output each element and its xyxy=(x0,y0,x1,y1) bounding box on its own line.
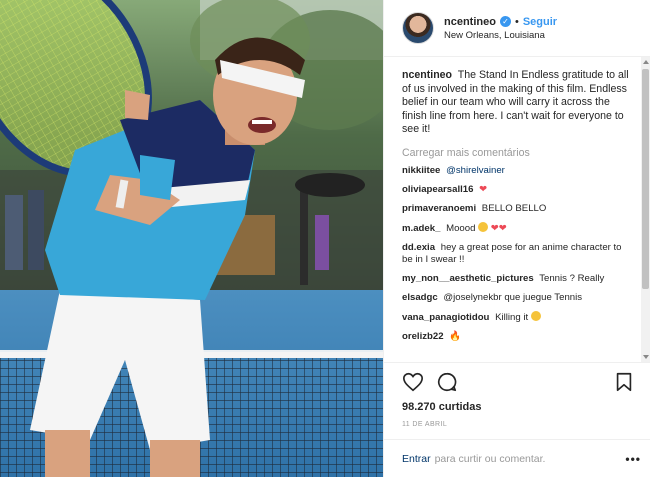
location-link[interactable]: New Orleans, Louisiana xyxy=(444,30,557,41)
comments-list[interactable]: ncentineo The Stand In Endless gratitude… xyxy=(384,57,642,362)
comment-text: BELLO BELLO xyxy=(481,202,547,214)
more-options-icon[interactable]: ••• xyxy=(625,452,641,466)
comment-username[interactable]: m.adek_ xyxy=(402,223,440,234)
scroll-up-arrow-icon[interactable] xyxy=(643,60,649,64)
follow-button[interactable]: Seguir xyxy=(523,16,557,28)
comment-item: primaveranoemi BELLO BELLO xyxy=(402,203,634,215)
tennis-player-photo xyxy=(0,0,383,477)
comment-item: m.adek_ Moood ❤❤ xyxy=(402,221,634,235)
login-link[interactable]: Entrar xyxy=(402,453,431,465)
comment-prompt: para curtir ou comentar. xyxy=(434,452,546,465)
comment-item: dd.exia hey a great pose for an anime ch… xyxy=(402,242,634,266)
comment-item: orelizb22 🔥 xyxy=(402,331,634,343)
comments-scrollbar[interactable] xyxy=(641,57,650,362)
avatar[interactable] xyxy=(402,12,434,44)
add-comment-bar: Entrar para curtir ou comentar. ••• xyxy=(384,439,650,477)
header-username[interactable]: ncentineo xyxy=(444,16,496,28)
comment-username[interactable]: primaveranoemi xyxy=(402,203,476,214)
comment-text[interactable]: @shirelvainer xyxy=(446,165,505,176)
comment-item: oliviapearsall16 ❤ xyxy=(402,184,634,196)
comment-username[interactable]: dd.exia xyxy=(402,242,435,253)
post-photo[interactable] xyxy=(0,0,383,477)
header-meta: ncentineo ✓ • Seguir New Orleans, Louisi… xyxy=(444,16,557,41)
verified-badge-icon: ✓ xyxy=(499,16,511,27)
laughing-emoji-icon xyxy=(478,221,489,232)
post-caption: ncentineo The Stand In Endless gratitude… xyxy=(402,69,634,137)
comment-username[interactable]: my_non__aesthetic_pictures xyxy=(402,273,534,284)
comment-username[interactable]: elsadgc xyxy=(402,292,438,303)
heart-emoji-icon: ❤❤ xyxy=(490,222,507,234)
scroll-down-arrow-icon[interactable] xyxy=(643,355,649,359)
scrollbar-thumb[interactable] xyxy=(642,69,649,289)
header-user-row: ncentineo ✓ • Seguir xyxy=(444,16,557,28)
post-header: ncentineo ✓ • Seguir New Orleans, Louisi… xyxy=(384,0,650,57)
header-separator: • xyxy=(514,15,519,28)
caption-username[interactable]: ncentineo xyxy=(402,69,452,81)
bookmark-save-icon[interactable] xyxy=(613,371,635,393)
comment-item: nikkiitee @shirelvainer xyxy=(402,165,634,177)
action-icons-row xyxy=(402,371,635,393)
comment-text: 🔥 xyxy=(449,330,462,342)
comment-item: elsadgc @joselynekbr que juegue Tennis xyxy=(402,292,634,304)
comment-text: @joselynekbr que juegue Tennis xyxy=(443,291,583,303)
post-date[interactable]: 11 de abril xyxy=(402,421,635,428)
comment-bubble-icon[interactable] xyxy=(436,371,458,393)
post-sidebar: ncentineo ✓ • Seguir New Orleans, Louisi… xyxy=(383,0,650,477)
comment-username[interactable]: nikkiitee xyxy=(402,165,440,176)
comment-username[interactable]: orelizb22 xyxy=(402,331,444,342)
comment-item: my_non__aesthetic_pictures Tennis ? Real… xyxy=(402,273,634,285)
comment-text: Killing it xyxy=(495,311,529,323)
comment-text: ❤ xyxy=(479,183,488,195)
comment-username[interactable]: vana_panagiotidou xyxy=(402,312,489,323)
laughing-emoji-icon xyxy=(530,310,541,321)
comment-username[interactable]: oliviapearsall16 xyxy=(402,184,473,195)
comment-item: vana_panagiotidou Killing it xyxy=(402,310,634,324)
likes-count[interactable]: 98.270 curtidas xyxy=(402,401,635,413)
comment-text: Moood xyxy=(446,222,476,234)
heart-like-icon[interactable] xyxy=(402,371,424,393)
comment-text: Tennis ? Really xyxy=(539,272,605,284)
load-more-comments-button[interactable]: Carregar mais comentários xyxy=(402,147,634,159)
